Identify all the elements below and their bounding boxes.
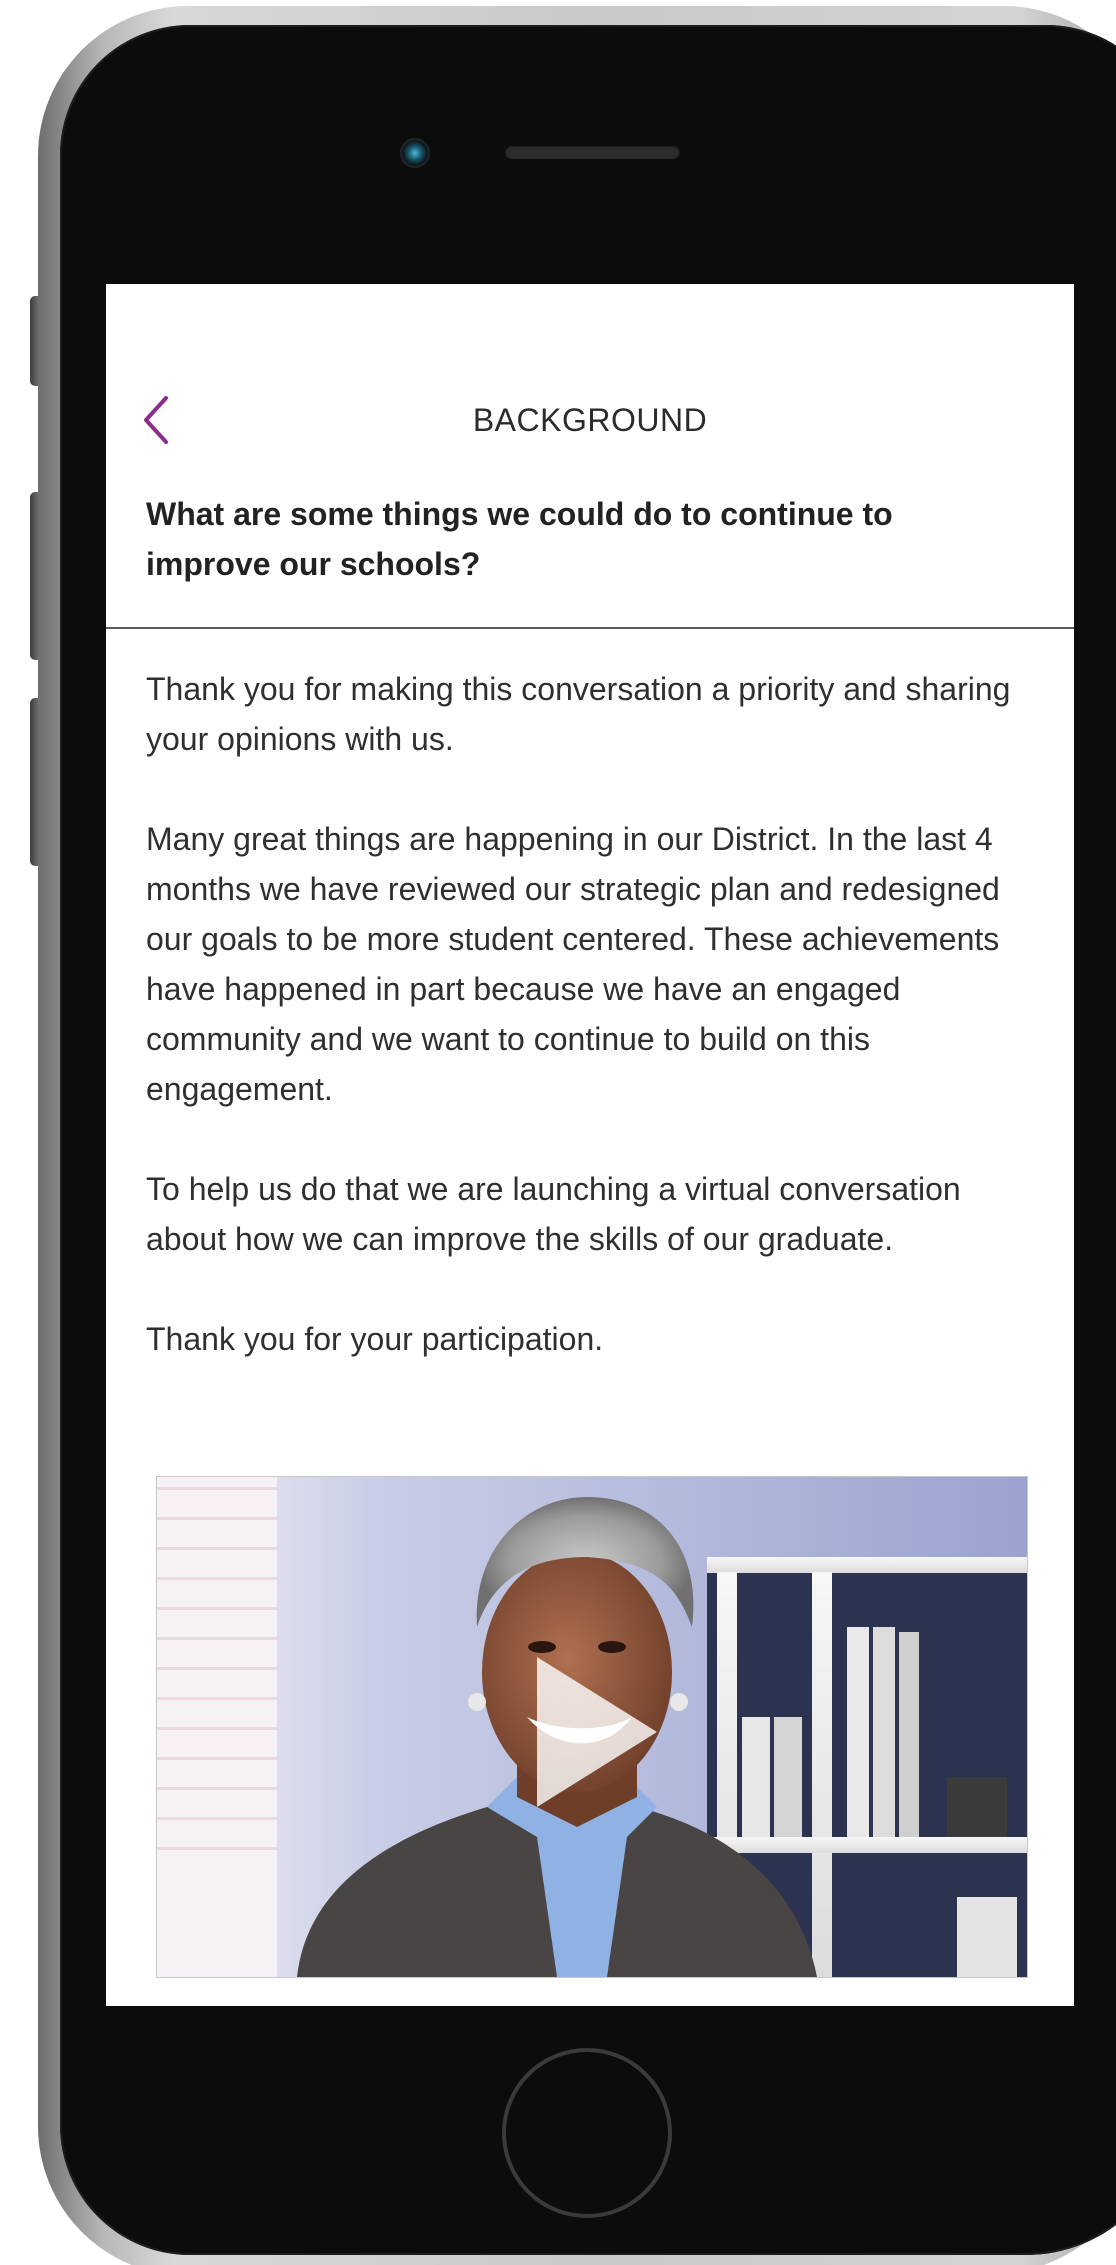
video-player[interactable]: [156, 1476, 1028, 1978]
paragraph: To help us do that we are launching a vi…: [146, 1171, 961, 1257]
paragraph: Thank you for your participation.: [146, 1321, 604, 1357]
earpiece-speaker: [505, 145, 680, 159]
paragraph: Thank you for making this conversation a…: [146, 671, 1011, 757]
header-divider: [106, 627, 1074, 629]
page-title: BACKGROUND: [472, 402, 708, 438]
navigation-bar: BACKGROUND: [106, 384, 1074, 454]
question-heading: What are some things we could do to cont…: [146, 496, 893, 582]
play-icon[interactable]: [527, 1647, 667, 1817]
app-screen: BACKGROUND What are some things we could…: [106, 284, 1074, 2006]
window-blinds: [157, 1477, 277, 1977]
background-text: Thank you for making this conversation a…: [146, 664, 1046, 1414]
paragraph: Many great things are happening in our D…: [146, 821, 1000, 1107]
app-screenshot: BACKGROUND What are some things we could…: [0, 0, 1116, 2265]
home-button[interactable]: [502, 2048, 672, 2218]
front-camera-icon: [400, 138, 430, 168]
